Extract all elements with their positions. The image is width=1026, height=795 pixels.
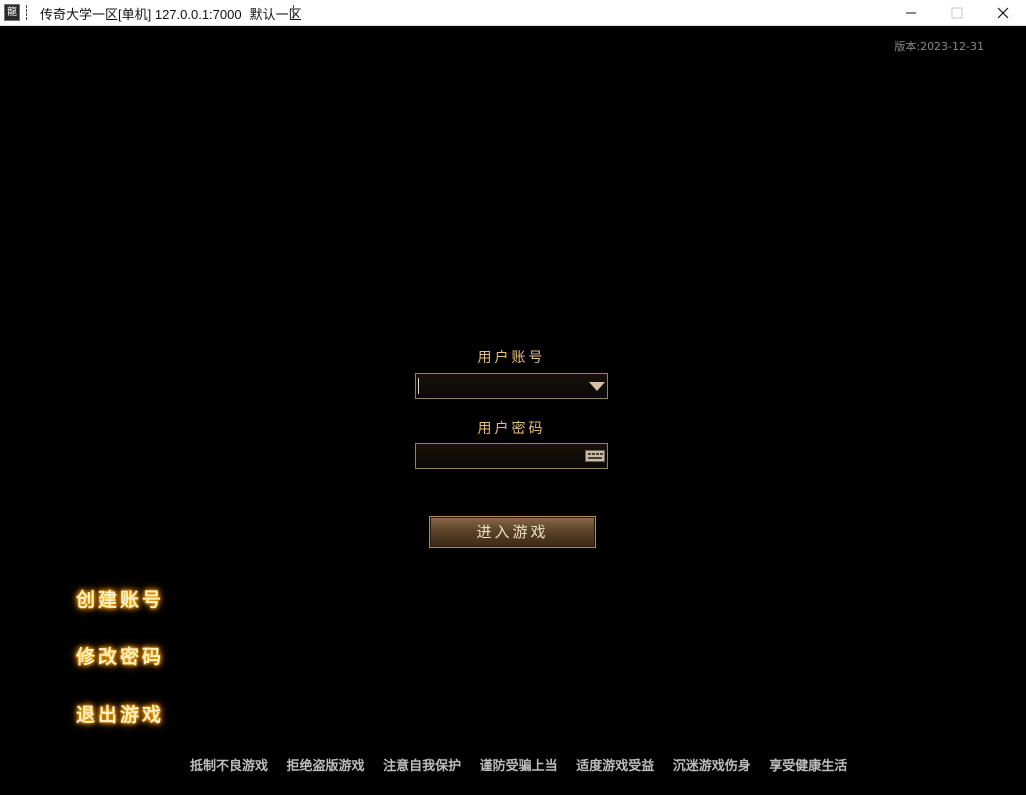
close-icon — [997, 7, 1009, 19]
account-input[interactable] — [415, 373, 608, 399]
footer-notice: 享受健康生活 — [769, 759, 848, 774]
close-button[interactable] — [980, 0, 1026, 26]
footer-notice: 抵制不良游戏 — [190, 759, 269, 774]
account-label: 用户账号 — [477, 350, 546, 366]
text-caret — [418, 378, 419, 394]
footer-notice: 沉迷游戏伤身 — [672, 759, 751, 774]
title-separator — [293, 5, 294, 20]
footer-notice: 注意自我保护 — [383, 759, 462, 774]
enter-game-button[interactable]: 进入游戏 — [429, 516, 596, 548]
password-label: 用户密码 — [477, 421, 546, 437]
footer-notice: 适度游戏受益 — [576, 759, 655, 774]
version-label: 版本:2023-12-31 — [894, 40, 984, 53]
change-password-link[interactable]: 修改密码 — [76, 642, 164, 669]
window-title: 传奇大学一区[单机] 127.0.0.1:7000 默认一区 — [40, 4, 302, 23]
dropdown-arrow-icon[interactable] — [589, 382, 605, 391]
minimize-button[interactable] — [888, 0, 934, 26]
keyboard-icon[interactable] — [585, 450, 605, 462]
app-logo-icon[interactable]: 龍 — [4, 4, 20, 21]
window-title-text: 传奇大学一区[单机] 127.0.0.1:7000 — [40, 7, 242, 22]
footer-notice: 拒绝盗版游戏 — [286, 759, 365, 774]
footer-notice: 谨防受骗上当 — [479, 759, 558, 774]
title-separator — [26, 5, 27, 20]
minimize-icon — [906, 12, 916, 14]
exit-game-link[interactable]: 退出游戏 — [76, 700, 164, 727]
health-notice-footer: 抵制不良游戏 拒绝盗版游戏 注意自我保护 谨防受骗上当 适度游戏受益 沉迷游戏伤… — [190, 755, 861, 774]
window-titlebar: 龍 传奇大学一区[单机] 127.0.0.1:7000 默认一区 — [0, 0, 1026, 26]
maximize-icon — [951, 7, 963, 19]
create-account-link[interactable]: 创建账号 — [76, 585, 164, 612]
password-input[interactable] — [415, 443, 608, 469]
maximize-button[interactable] — [934, 0, 980, 26]
